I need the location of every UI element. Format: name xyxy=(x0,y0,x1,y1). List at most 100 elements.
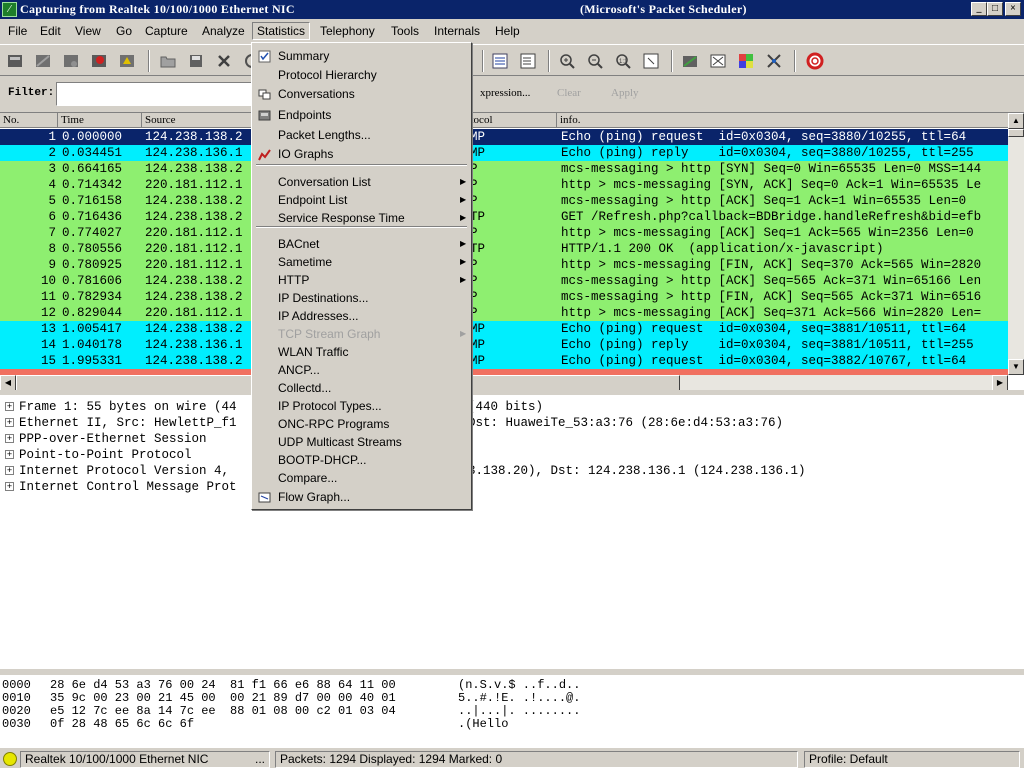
menu-item-tcp-stream-graph[interactable]: TCP Stream Graph xyxy=(278,325,380,343)
menu-item-bacnet[interactable]: BACnet xyxy=(278,235,319,253)
menu-item-flow-graph[interactable]: Flow Graph... xyxy=(278,488,350,506)
menu-item-wlan-traffic[interactable]: WLAN Traffic xyxy=(278,343,348,361)
scroll-left-button[interactable]: ◀ xyxy=(0,375,16,390)
packet-row[interactable]: 12 0.829044 220.181.112.1 Phttp > mcs-messa… xyxy=(0,305,1008,321)
menu-item-onc-rpc-programs[interactable]: ONC-RPC Programs xyxy=(278,415,389,433)
packet-row[interactable]: 1 0.000000 124.238.138.2 MP Echo (ping) requ… xyxy=(0,129,1008,145)
menu-item-http[interactable]: HTTP xyxy=(278,271,309,289)
packet-row[interactable]: 8 0.780556 220.181.112.1 TP HTTP/1.1 200 OK … xyxy=(0,241,1008,257)
packet-row[interactable]: 5 0.716158 124.238.138.2 Pmcs-messaging > h… xyxy=(0,193,1008,209)
packet-row[interactable]: 10 0.781606 124.238.138.2 Pmcs-messaging > … xyxy=(0,273,1008,289)
expand-plus-icon[interactable]: + xyxy=(5,466,14,475)
coloring-rules-icon[interactable] xyxy=(737,52,755,70)
menu-item-io-graphs[interactable]: IO Graphs xyxy=(278,145,333,163)
packet-list-hscrollbar[interactable]: ◀ ▶ xyxy=(0,375,1008,390)
maximize-button[interactable]: □ xyxy=(987,2,1003,16)
menu-item-bootp-dhcp[interactable]: BOOTP-DHCP... xyxy=(278,451,366,469)
restart-capture-icon[interactable] xyxy=(118,52,136,70)
expand-plus-icon[interactable]: + xyxy=(5,402,14,411)
menu-item-endpoint-list[interactable]: Endpoint List xyxy=(278,191,347,209)
scroll-down-button[interactable]: ▼ xyxy=(1008,359,1024,375)
menu-statistics[interactable]: Statistics xyxy=(252,22,311,40)
menu-item-service-response-time[interactable]: Service Response Time xyxy=(278,209,405,227)
menu-view[interactable]: View xyxy=(71,23,105,41)
save-file-icon[interactable] xyxy=(187,52,205,70)
menu-item-ip-destinations[interactable]: IP Destinations... xyxy=(278,289,369,307)
packet-row[interactable]: 2 0.034451 124.238.136.1 MP Echo (ping) repl… xyxy=(0,145,1008,161)
menu-item-udp-multicast-streams[interactable]: UDP Multicast Streams xyxy=(278,433,402,451)
expand-plus-icon[interactable]: + xyxy=(5,418,14,427)
menu-go[interactable]: Go xyxy=(112,23,136,41)
detail-tree-item[interactable]: + Internet Protocol Version 4, xyxy=(5,463,229,479)
menu-item-compare[interactable]: Compare... xyxy=(278,469,337,487)
menu-analyze[interactable]: Analyze xyxy=(198,23,249,41)
interfaces-icon[interactable] xyxy=(6,52,24,70)
packet-row[interactable]: 11 0.782934 124.238.138.2 Pmcs-messaging > … xyxy=(0,289,1008,305)
scroll-right-button[interactable]: ▶ xyxy=(992,375,1008,390)
bytes-hex[interactable]: 0f 28 48 65 6c 6c 6f xyxy=(50,718,194,731)
menu-item-ancp[interactable]: ANCP... xyxy=(278,361,320,379)
menu-item-collectd[interactable]: Collectd... xyxy=(278,379,331,397)
auto-scroll-icon[interactable] xyxy=(519,52,537,70)
detail-tree-item[interactable]: + Frame 1: 55 bytes on wire (44 xyxy=(5,399,237,415)
expand-plus-icon[interactable]: + xyxy=(5,434,14,443)
scroll-up-button[interactable]: ▲ xyxy=(1008,113,1024,129)
packet-row[interactable]: 9 0.780925 220.181.112.1 Phttp > mcs-messag… xyxy=(0,257,1008,273)
menu-item-ip-protocol-types[interactable]: IP Protocol Types... xyxy=(278,397,382,415)
help-icon[interactable] xyxy=(806,52,824,70)
start-capture-icon[interactable] xyxy=(62,52,80,70)
menu-item-sametime[interactable]: Sametime xyxy=(278,253,332,271)
column-header-time[interactable]: Time xyxy=(58,113,142,128)
filter-expression-button[interactable]: xpression... xyxy=(480,87,530,99)
close-file-icon[interactable] xyxy=(215,52,233,70)
detail-tree-item[interactable]: + PPP-over-Ethernet Session xyxy=(5,431,207,447)
column-header-info[interactable]: info. xyxy=(557,113,1010,128)
preferences-icon[interactable] xyxy=(765,52,783,70)
filter-clear-button[interactable]: Clear xyxy=(557,87,581,99)
menu-item-endpoints[interactable]: Endpoints xyxy=(278,106,331,124)
zoom-in-icon[interactable] xyxy=(558,52,576,70)
column-header-protocol[interactable]: otocol xyxy=(462,113,557,128)
packet-row[interactable]: 14 1.040178 124.238.136.1 MP Echo (ping) rep… xyxy=(0,337,1008,353)
menu-item-protocol-hierarchy[interactable]: Protocol Hierarchy xyxy=(278,66,377,84)
wireshark-app-icon[interactable]: ⁄ xyxy=(2,2,17,17)
open-file-icon[interactable] xyxy=(159,52,177,70)
status-profile[interactable]: Profile: Default xyxy=(804,751,1020,768)
menu-telephony[interactable]: Telephony xyxy=(316,23,379,41)
expand-plus-icon[interactable]: + xyxy=(5,450,14,459)
menu-internals[interactable]: Internals xyxy=(430,23,484,41)
menu-item-ip-addresses[interactable]: IP Addresses... xyxy=(278,307,359,325)
packet-list-vscrollbar[interactable]: ▲ ▼ xyxy=(1008,113,1024,375)
colorize-icon[interactable] xyxy=(491,52,509,70)
detail-tree-item[interactable]: + Point-to-Point Protocol xyxy=(5,447,192,463)
display-filters-icon[interactable] xyxy=(709,52,727,70)
capture-options-icon[interactable] xyxy=(34,52,52,70)
scroll-thumb[interactable] xyxy=(1008,129,1024,137)
menu-item-packet-lengths[interactable]: Packet Lengths... xyxy=(278,126,371,144)
detail-tree-item[interactable]: + Internet Control Message Prot xyxy=(5,479,237,495)
packet-row[interactable]: 13 1.005417 124.238.138.2 MP Echo (ping) req… xyxy=(0,321,1008,337)
menu-file[interactable]: File xyxy=(4,23,31,41)
stop-capture-icon[interactable] xyxy=(90,52,108,70)
expand-plus-icon[interactable]: + xyxy=(5,482,14,491)
menu-item-conversations[interactable]: Conversations xyxy=(278,85,355,103)
expert-info-led-icon[interactable] xyxy=(3,752,17,766)
menu-help[interactable]: Help xyxy=(491,23,524,41)
menu-edit[interactable]: Edit xyxy=(36,23,65,41)
packet-row[interactable]: 6 0.716436 124.238.138.2 TP GET /Refresh.php… xyxy=(0,209,1008,225)
packet-row[interactable]: 15 1.995331 124.238.138.2 MP Echo (ping) req… xyxy=(0,353,1008,369)
zoom-out-icon[interactable] xyxy=(586,52,604,70)
menu-item-summary[interactable]: Summary xyxy=(278,47,329,65)
bytes-offset[interactable]: 0030 xyxy=(2,718,31,731)
menu-tools[interactable]: Tools xyxy=(387,23,423,41)
packet-row[interactable]: 7 0.774027 220.181.112.1 Phttp > mcs-messag… xyxy=(0,225,1008,241)
close-button[interactable]: × xyxy=(1005,2,1021,16)
column-header-no[interactable]: No. xyxy=(0,113,58,128)
packet-row[interactable]: 4 0.714342 220.181.112.1 Phttp > mcs-messag… xyxy=(0,177,1008,193)
packet-row[interactable]: 3 0.664165 124.238.138.2 Pmcs-messaging > h… xyxy=(0,161,1008,177)
zoom-normal-icon[interactable]: 1:1 xyxy=(614,52,632,70)
filter-apply-button[interactable]: Apply xyxy=(611,87,639,99)
menu-item-conversation-list[interactable]: Conversation List xyxy=(278,173,371,191)
menu-capture[interactable]: Capture xyxy=(141,23,192,41)
detail-tree-item[interactable]: + Ethernet II, Src: HewlettP_f1 xyxy=(5,415,237,431)
